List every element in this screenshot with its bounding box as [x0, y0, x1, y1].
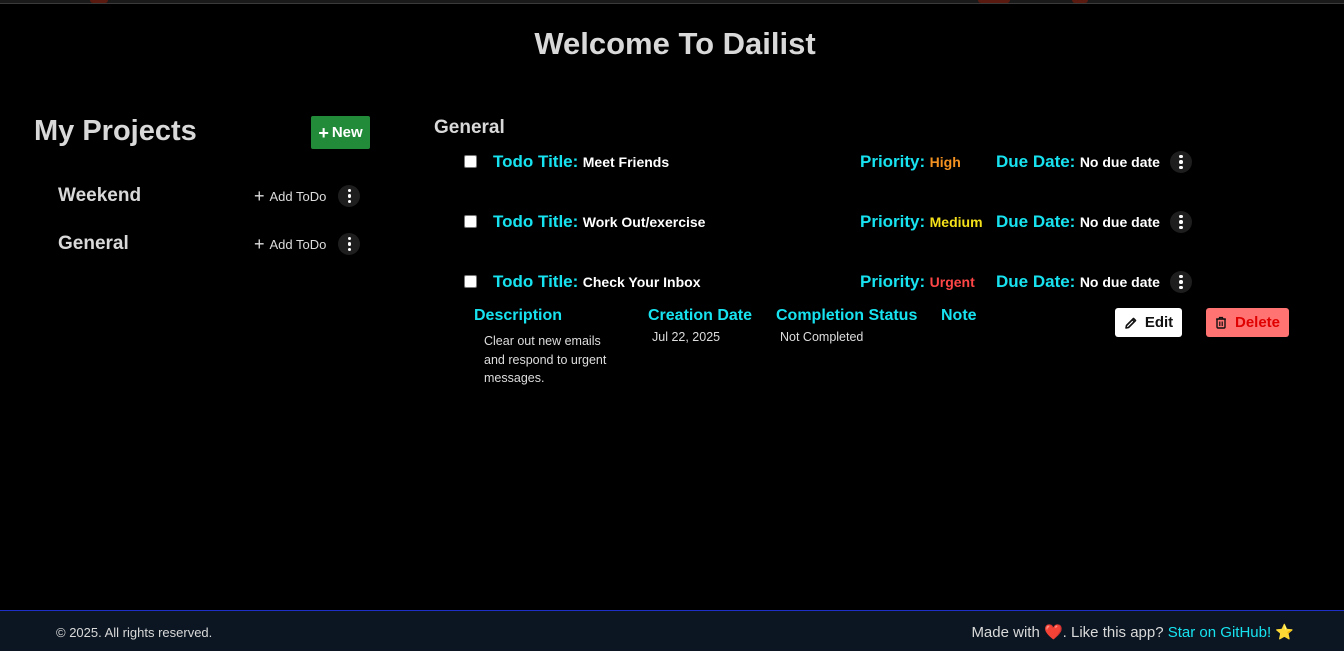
new-project-button[interactable]: + New [311, 116, 370, 149]
todo-title: Meet Friends [582, 154, 670, 170]
decorative-mark [90, 0, 108, 3]
plus-icon: + [318, 122, 329, 143]
page-title: Welcome To Dailist [534, 26, 816, 61]
edit-button[interactable]: Edit [1115, 308, 1182, 337]
priority-value: Medium [929, 214, 983, 230]
top-border [0, 0, 1344, 4]
project-item-weekend[interactable]: Weekend + Add ToDo [58, 183, 363, 209]
delete-button[interactable]: Delete [1206, 308, 1289, 337]
completion-status-value: Not Completed [780, 330, 864, 344]
decorative-mark [1072, 0, 1088, 3]
new-project-label: New [331, 124, 363, 141]
edit-label: Edit [1144, 314, 1174, 331]
add-todo-label: Add ToDo [269, 188, 327, 204]
more-options-icon[interactable] [338, 185, 361, 207]
todo-title-label: Todo Title: [493, 212, 579, 231]
project-name[interactable]: Weekend [58, 185, 254, 207]
todo-item[interactable]: Todo Title: Meet Friends Priority: High … [464, 150, 1194, 174]
project-item-general[interactable]: General + Add ToDo [58, 231, 363, 257]
priority-value: Urgent [929, 274, 975, 290]
description-label: Description [474, 307, 563, 324]
delete-label: Delete [1234, 314, 1281, 331]
github-star-link[interactable]: Star on GitHub! [1168, 624, 1271, 641]
todo-title: Work Out/exercise [582, 214, 706, 230]
priority-value: High [929, 154, 961, 170]
note-label: Note [941, 307, 977, 324]
trash-icon [1215, 316, 1226, 329]
add-todo-button[interactable]: + Add ToDo [254, 187, 326, 205]
made-with-label: Made with [971, 624, 1040, 641]
plus-icon: + [254, 234, 265, 254]
due-date-label: Due Date: [996, 212, 1076, 231]
projects-heading: My Projects [34, 115, 197, 147]
todo-checkbox[interactable] [464, 155, 477, 168]
todo-title-label: Todo Title: [493, 152, 579, 171]
more-options-icon[interactable] [1170, 271, 1192, 293]
add-todo-label: Add ToDo [269, 236, 327, 252]
description-text: Clear out new emails and respond to urge… [484, 334, 607, 385]
due-date-value: No due date [1079, 274, 1160, 290]
copyright-text: © 2025. All rights reserved. [56, 625, 213, 640]
heart-icon: ❤️ [1043, 624, 1063, 641]
todo-title-label: Todo Title: [493, 272, 579, 291]
due-date-value: No due date [1079, 154, 1160, 170]
more-options-icon[interactable] [1170, 151, 1192, 173]
priority-label: Priority: [860, 272, 926, 291]
decorative-mark [978, 0, 1010, 3]
project-name[interactable]: General [58, 233, 254, 255]
creation-date-label: Creation Date [648, 307, 753, 324]
priority-label: Priority: [860, 152, 926, 171]
pencil-icon [1125, 317, 1137, 329]
todo-title: Check Your Inbox [582, 274, 701, 290]
todo-item[interactable]: Todo Title: Work Out/exercise Priority: … [464, 210, 1194, 234]
todo-checkbox[interactable] [464, 215, 477, 228]
due-date-value: No due date [1079, 214, 1160, 230]
todo-item[interactable]: Todo Title: Check Your Inbox Priority: U… [464, 270, 1194, 294]
plus-icon: + [254, 186, 265, 206]
todo-checkbox[interactable] [464, 275, 477, 288]
like-text: . Like this app? [1062, 624, 1164, 641]
completion-status-label: Completion Status [776, 307, 918, 324]
add-todo-button[interactable]: + Add ToDo [254, 235, 326, 253]
creation-date-value: Jul 22, 2025 [652, 330, 721, 344]
more-options-icon[interactable] [1170, 211, 1192, 233]
star-icon: ⭐ [1275, 624, 1294, 641]
due-date-label: Due Date: [996, 272, 1076, 291]
priority-label: Priority: [860, 212, 926, 231]
due-date-label: Due Date: [996, 152, 1076, 171]
footer: © 2025. All rights reserved. Made with ❤… [0, 610, 1344, 651]
more-options-icon[interactable] [338, 233, 361, 255]
project-title: General [434, 117, 505, 138]
made-with-text: Made with ❤️. Like this app? Star on Git… [971, 623, 1294, 641]
